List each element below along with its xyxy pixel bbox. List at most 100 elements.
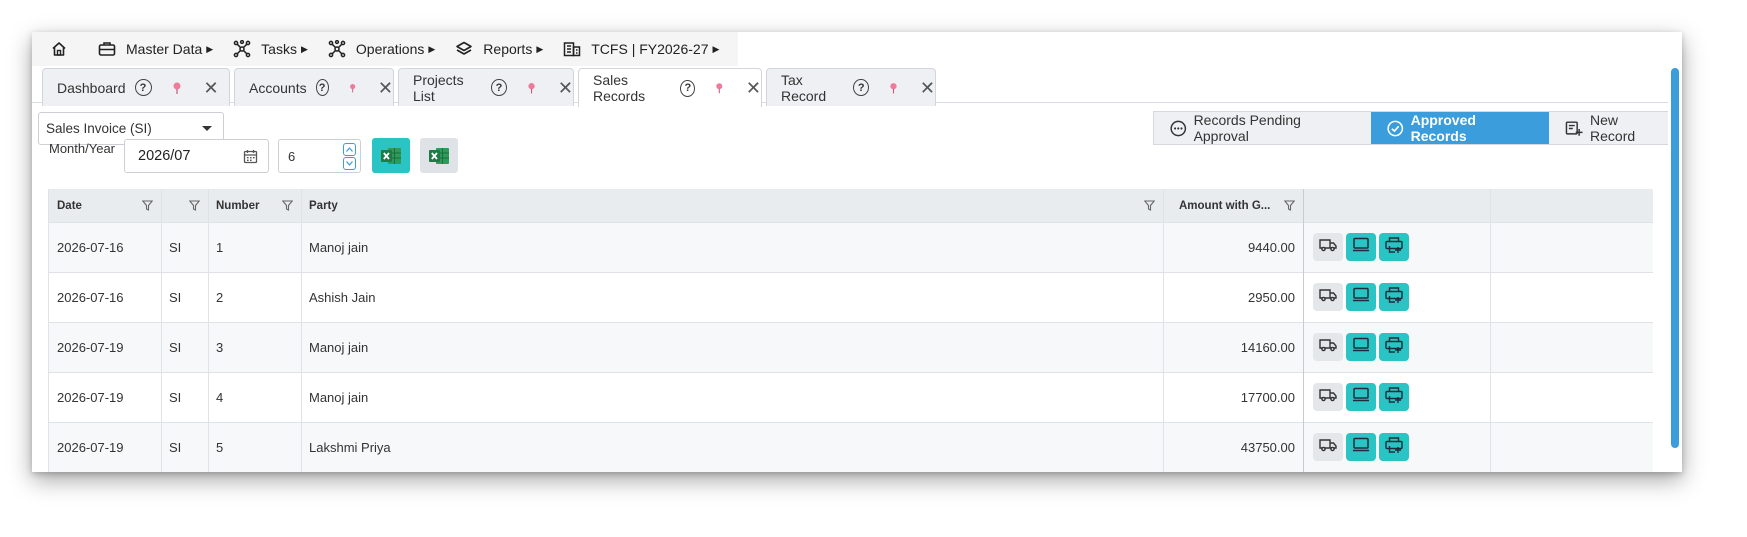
menu-master-data[interactable]: Master Data ▶ bbox=[88, 32, 223, 66]
cell-amount: 17700.00 bbox=[1240, 390, 1295, 405]
cell-amount: 43750.00 bbox=[1240, 440, 1295, 455]
number-stepper[interactable]: 6 bbox=[278, 139, 361, 173]
print-button[interactable] bbox=[1379, 233, 1409, 261]
home-icon[interactable] bbox=[44, 32, 74, 66]
view-button[interactable] bbox=[1346, 333, 1376, 361]
column-header-type[interactable] bbox=[161, 189, 208, 223]
help-icon[interactable]: ? bbox=[853, 79, 869, 96]
menu-label: Tasks bbox=[261, 41, 297, 57]
delivery-truck-button[interactable] bbox=[1313, 383, 1343, 411]
tab-projects-list[interactable]: Projects List ? ✕ bbox=[398, 68, 574, 106]
cell-date: 2026-07-19 bbox=[57, 390, 124, 405]
print-button[interactable] bbox=[1379, 283, 1409, 311]
table-row[interactable]: 2026-07-19 SI 5 Lakshmi Priya 43750.00 bbox=[49, 423, 1653, 472]
records-pending-button[interactable]: Records Pending Approval bbox=[1154, 112, 1372, 144]
close-icon[interactable]: ✕ bbox=[558, 79, 573, 97]
tab-label: Projects List bbox=[413, 71, 464, 104]
print-button[interactable] bbox=[1379, 433, 1409, 461]
truck-icon bbox=[1319, 388, 1337, 407]
approved-records-button[interactable]: Approved Records bbox=[1371, 112, 1549, 144]
caret-right-icon: ▶ bbox=[300, 43, 308, 54]
caret-right-icon: ▶ bbox=[712, 43, 720, 54]
monitor-icon bbox=[1352, 437, 1370, 457]
records-grid: Date Number Party Amount with G... 2026-… bbox=[48, 189, 1653, 472]
column-label: Date bbox=[57, 200, 82, 212]
filter-icon[interactable] bbox=[1284, 200, 1295, 211]
tab-tax-record[interactable]: Tax Record ? ✕ bbox=[766, 68, 936, 106]
help-icon[interactable]: ? bbox=[315, 79, 329, 96]
menu-operations[interactable]: Operations ▶ bbox=[318, 32, 445, 66]
close-icon[interactable]: ✕ bbox=[204, 79, 219, 97]
column-header-amount[interactable]: Amount with G... bbox=[1163, 189, 1303, 223]
new-record-button[interactable]: New Record bbox=[1548, 112, 1681, 144]
calendar-icon[interactable] bbox=[243, 149, 258, 164]
pin-icon[interactable] bbox=[349, 82, 356, 94]
filter-icon[interactable] bbox=[142, 200, 153, 211]
help-icon[interactable]: ? bbox=[491, 79, 507, 96]
column-header-party[interactable]: Party bbox=[301, 189, 1163, 223]
menu-company-year[interactable]: TCFS | FY2026-27 ▶ bbox=[553, 32, 729, 66]
cell-amount: 9440.00 bbox=[1248, 240, 1295, 255]
view-button[interactable] bbox=[1346, 383, 1376, 411]
column-header-date[interactable]: Date bbox=[49, 189, 161, 223]
view-button[interactable] bbox=[1346, 433, 1376, 461]
pin-icon[interactable] bbox=[172, 82, 182, 94]
column-header-number[interactable]: Number bbox=[208, 189, 301, 223]
truck-icon bbox=[1319, 438, 1337, 457]
printer-icon bbox=[1385, 236, 1403, 258]
print-button[interactable] bbox=[1379, 383, 1409, 411]
increment-icon[interactable] bbox=[343, 143, 356, 156]
vertical-scrollbar[interactable] bbox=[1668, 66, 1682, 472]
month-year-input[interactable]: 2026/07 bbox=[124, 139, 269, 173]
view-button[interactable] bbox=[1346, 283, 1376, 311]
menu-label: Operations bbox=[355, 41, 425, 57]
record-status-group: Records Pending Approval Approved Record… bbox=[1153, 111, 1682, 145]
filter-icon[interactable] bbox=[189, 200, 200, 211]
menu-reports[interactable]: Reports ▶ bbox=[445, 32, 553, 66]
monitor-icon bbox=[1352, 237, 1370, 257]
table-row[interactable]: 2026-07-19 SI 4 Manoj jain 17700.00 bbox=[49, 373, 1653, 423]
cell-type: SI bbox=[169, 290, 182, 305]
check-circle-icon bbox=[1387, 120, 1404, 136]
filter-icon[interactable] bbox=[282, 200, 293, 211]
delivery-truck-button[interactable] bbox=[1313, 283, 1343, 311]
print-button[interactable] bbox=[1379, 333, 1409, 361]
printer-icon bbox=[1385, 386, 1403, 408]
approved-records-label: Approved Records bbox=[1410, 112, 1476, 144]
delivery-truck-button[interactable] bbox=[1313, 233, 1343, 261]
chevron-down-icon bbox=[202, 126, 212, 131]
table-row[interactable]: 2026-07-16 SI 1 Manoj jain 9440.00 bbox=[49, 223, 1653, 273]
close-icon[interactable]: ✕ bbox=[746, 79, 761, 97]
caret-right-icon: ▶ bbox=[536, 43, 544, 54]
help-icon[interactable]: ? bbox=[680, 79, 696, 97]
close-icon[interactable]: ✕ bbox=[920, 79, 935, 97]
cell-number: 4 bbox=[216, 390, 224, 405]
export-excel-all-button[interactable] bbox=[420, 138, 458, 173]
cell-date: 2026-07-16 bbox=[57, 240, 124, 255]
filter-icon[interactable] bbox=[1144, 200, 1155, 211]
pin-icon[interactable] bbox=[715, 82, 724, 94]
records-pending-label: Records Pending Approval bbox=[1193, 112, 1301, 144]
scrollbar-thumb[interactable] bbox=[1671, 68, 1679, 448]
pin-icon[interactable] bbox=[889, 82, 898, 94]
pin-icon[interactable] bbox=[527, 82, 536, 94]
tab-dashboard[interactable]: Dashboard ? ✕ bbox=[42, 68, 230, 106]
menu-tasks[interactable]: Tasks ▶ bbox=[223, 32, 318, 66]
menu-label: Master Data bbox=[126, 41, 203, 57]
cell-date: 2026-07-19 bbox=[57, 440, 124, 455]
table-row[interactable]: 2026-07-16 SI 2 Ashish Jain 2950.00 bbox=[49, 273, 1653, 323]
delivery-truck-button[interactable] bbox=[1313, 333, 1343, 361]
view-button[interactable] bbox=[1346, 233, 1376, 261]
export-excel-button[interactable] bbox=[372, 138, 410, 173]
new-record-icon bbox=[1565, 120, 1583, 136]
cell-type: SI bbox=[169, 390, 182, 405]
cell-amount: 14160.00 bbox=[1240, 340, 1295, 355]
cell-party: Manoj jain bbox=[309, 390, 369, 405]
tab-sales-records[interactable]: Sales Records ? ✕ bbox=[578, 68, 762, 107]
help-icon[interactable]: ? bbox=[134, 79, 152, 96]
tab-accounts[interactable]: Accounts ? ✕ bbox=[234, 68, 394, 106]
table-row[interactable]: 2026-07-19 SI 3 Manoj jain 14160.00 bbox=[49, 323, 1653, 373]
delivery-truck-button[interactable] bbox=[1313, 433, 1343, 461]
close-icon[interactable]: ✕ bbox=[378, 79, 393, 97]
decrement-icon[interactable] bbox=[343, 157, 356, 170]
